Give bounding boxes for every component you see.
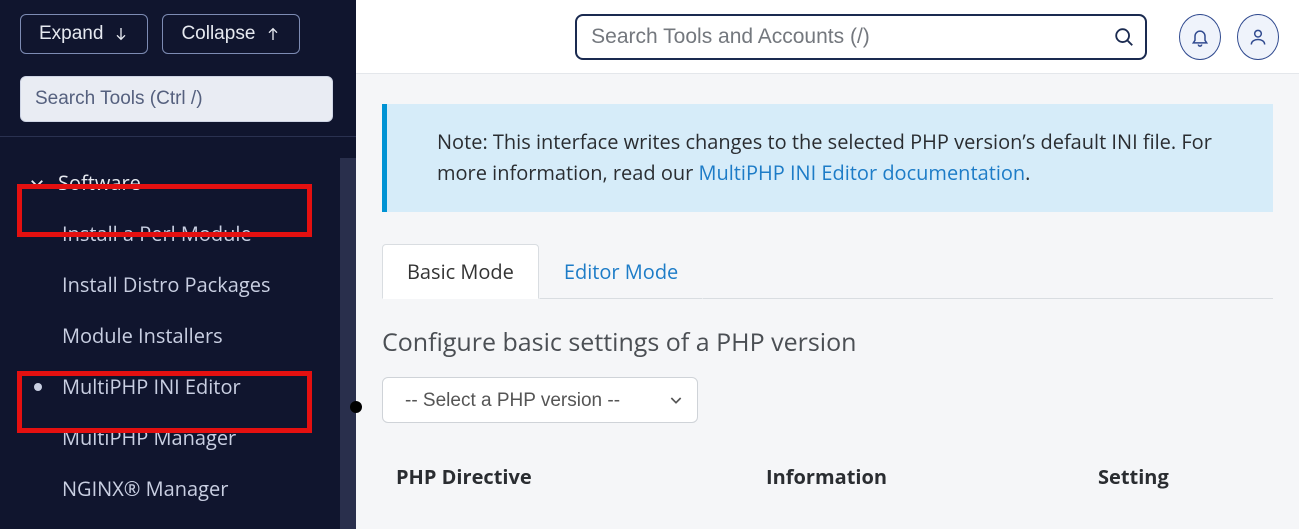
sidebar-item-label: Module Installers [62,322,223,349]
active-bullet-icon [34,383,42,391]
php-version-select-wrap: -- Select a PHP version -- [382,377,698,423]
expand-button[interactable]: Expand [20,14,148,54]
tab-basic-mode[interactable]: Basic Mode [382,244,539,299]
global-search-input[interactable] [575,14,1147,60]
banner-text-suffix: . [1025,159,1030,186]
global-search [575,14,1147,60]
section-heading: Configure basic settings of a PHP versio… [382,325,1273,359]
collapse-label: Collapse [181,23,255,45]
tab-editor-mode[interactable]: Editor Mode [539,244,703,299]
sidebar-item-label: MultiPHP Manager [62,424,236,451]
nav-group-software[interactable]: Software [0,157,356,208]
sidebar-item-module-installers[interactable]: Module Installers [0,310,356,361]
settings-table-header: PHP Directive Information Setting [382,463,1273,490]
user-icon [1248,26,1268,48]
arrow-down-icon [113,24,129,44]
column-header-setting: Setting [1098,463,1259,490]
sidebar-item-label: Install a Perl Module [62,220,252,247]
mode-tabs: Basic Mode Editor Mode [382,244,1273,299]
sidebar-item-nginx-manager[interactable]: NGINX® Manager [0,463,356,514]
chevron-down-icon [28,174,46,192]
bell-icon [1190,26,1210,48]
sidebar-button-row: Expand Collapse [20,14,336,54]
expand-label: Expand [39,23,103,45]
arrow-up-icon [265,24,281,44]
active-indicator-dot [350,401,362,413]
sidebar-item-install-perl-module[interactable]: Install a Perl Module [0,208,356,259]
topbar [356,0,1299,74]
nav-group-label: Software [58,169,141,196]
content-area: Note: This interface writes changes to t… [356,74,1299,490]
sidebar-scrollbar[interactable] [340,158,356,529]
account-button[interactable] [1237,14,1279,60]
banner-doc-link[interactable]: MultiPHP INI Editor documentation [698,159,1025,186]
sidebar-item-install-distro-packages[interactable]: Install Distro Packages [0,259,356,310]
collapse-button[interactable]: Collapse [162,14,300,54]
php-version-select[interactable]: -- Select a PHP version -- [382,377,698,423]
tab-fill [703,244,1273,299]
notifications-button[interactable] [1179,14,1221,60]
sidebar-nav: Software Install a Perl Module Install D… [0,137,356,514]
sidebar-search-input[interactable] [20,76,333,122]
sidebar-item-multiphp-ini-editor[interactable]: MultiPHP INI Editor [0,361,356,412]
main-content: Note: This interface writes changes to t… [356,0,1299,529]
search-icon [1113,26,1135,48]
info-banner: Note: This interface writes changes to t… [382,104,1273,212]
sidebar: Expand Collapse Software Install a Perl … [0,0,356,529]
column-header-directive: PHP Directive [396,463,766,490]
sidebar-item-label: NGINX® Manager [62,475,228,502]
sidebar-item-label: MultiPHP INI Editor [62,373,241,400]
sidebar-item-label: Install Distro Packages [62,271,271,298]
sidebar-top: Expand Collapse [0,0,356,137]
column-header-information: Information [766,463,1098,490]
sidebar-item-multiphp-manager[interactable]: MultiPHP Manager [0,412,356,463]
